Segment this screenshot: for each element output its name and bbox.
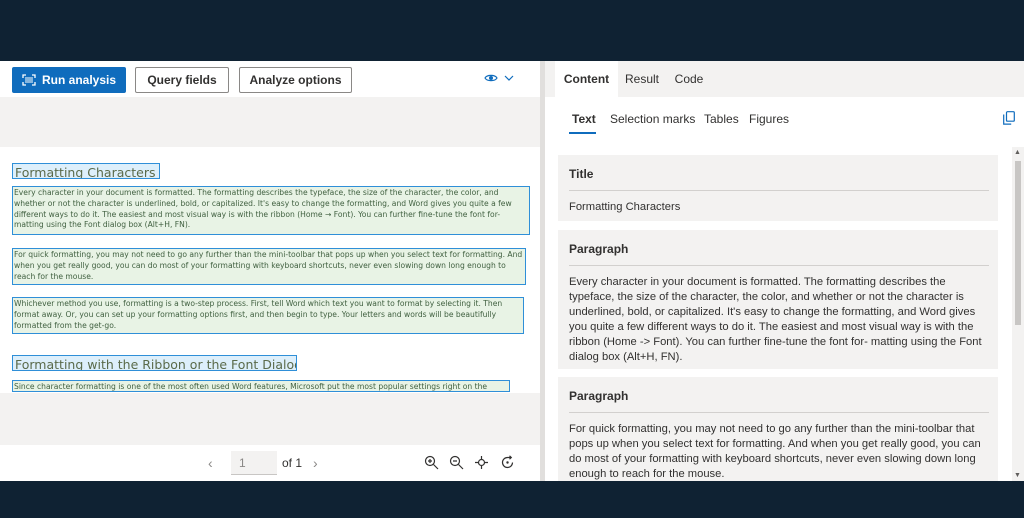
- card-heading: Paragraph: [569, 242, 629, 256]
- result-card[interactable]: Paragraph For quick formatting, you may …: [558, 377, 998, 481]
- tab-result[interactable]: Result: [621, 61, 663, 97]
- content-list: Title Formatting Characters Paragraph Ev…: [545, 147, 1024, 481]
- analyze-options-button[interactable]: Analyze options: [239, 67, 352, 93]
- scroll-down-icon[interactable]: ▼: [1014, 472, 1021, 479]
- paragraph-highlight[interactable]: Since character formatting is one of the…: [12, 380, 510, 392]
- results-pane: Content Result Code Text Selection marks…: [545, 61, 1024, 481]
- copy-icon[interactable]: [1003, 111, 1015, 125]
- results-tabs: Content Result Code: [545, 61, 1024, 97]
- card-divider: [569, 190, 989, 191]
- page-count-label: of 1: [282, 456, 303, 470]
- card-divider: [569, 412, 989, 413]
- zoom-out-icon[interactable]: [449, 455, 464, 470]
- rotate-icon[interactable]: [500, 455, 515, 470]
- card-text: Every character in your document is form…: [569, 276, 982, 363]
- toolbar: Run analysis Query fields Analyze option…: [0, 61, 540, 97]
- title-highlight[interactable]: Formatting Characters: [12, 163, 160, 179]
- run-analysis-label: Run analysis: [41, 73, 117, 87]
- card-text: For quick formatting, you may not need t…: [569, 423, 981, 480]
- document-viewer: Formatting Characters Every character in…: [0, 97, 540, 445]
- subtab-tables[interactable]: Tables: [704, 112, 739, 126]
- eye-icon: [484, 74, 498, 82]
- scrollbar-thumb[interactable]: [1015, 161, 1021, 325]
- card-text: Formatting Characters: [569, 201, 681, 213]
- card-divider: [569, 265, 989, 266]
- next-page-icon[interactable]: ›: [313, 455, 318, 471]
- heading-highlight[interactable]: Formatting with the Ribbon or the Font D…: [12, 355, 297, 371]
- prev-page-icon[interactable]: ‹: [208, 455, 213, 471]
- subtab-figures[interactable]: Figures: [749, 112, 789, 126]
- view-options-toggle[interactable]: [484, 73, 514, 83]
- subtab-selection-marks[interactable]: Selection marks: [610, 112, 695, 126]
- scan-icon: [22, 74, 36, 86]
- fit-page-icon[interactable]: [474, 455, 489, 470]
- active-subtab-indicator: [569, 132, 596, 134]
- analyze-options-label: Analyze options: [249, 73, 342, 87]
- chevron-down-icon: [504, 75, 514, 81]
- subtab-text[interactable]: Text: [572, 112, 596, 126]
- app-window: Run analysis Query fields Analyze option…: [0, 61, 1024, 481]
- vertical-scrollbar[interactable]: ▲ ▼: [1012, 147, 1024, 481]
- result-card[interactable]: Paragraph Every character in your docume…: [558, 230, 998, 369]
- result-card[interactable]: Title Formatting Characters: [558, 155, 998, 221]
- zoom-in-icon[interactable]: [424, 455, 439, 470]
- paragraph-highlight[interactable]: Whichever method you use, formatting is …: [12, 297, 524, 334]
- card-heading: Paragraph: [569, 389, 629, 403]
- tab-content[interactable]: Content: [555, 61, 618, 97]
- card-heading: Title: [569, 167, 594, 181]
- page-navigator: ‹ of 1 ›: [0, 445, 540, 481]
- run-analysis-button[interactable]: Run analysis: [12, 67, 126, 93]
- document-pane: Run analysis Query fields Analyze option…: [0, 61, 540, 481]
- query-fields-button[interactable]: Query fields: [135, 67, 229, 93]
- paragraph-highlight[interactable]: For quick formatting, you may not need t…: [12, 248, 526, 285]
- query-fields-label: Query fields: [147, 73, 217, 87]
- paragraph-highlight[interactable]: Every character in your document is form…: [12, 186, 530, 235]
- scroll-up-icon[interactable]: ▲: [1014, 149, 1021, 156]
- page-number-input[interactable]: [231, 451, 277, 475]
- tab-code[interactable]: Code: [669, 61, 709, 97]
